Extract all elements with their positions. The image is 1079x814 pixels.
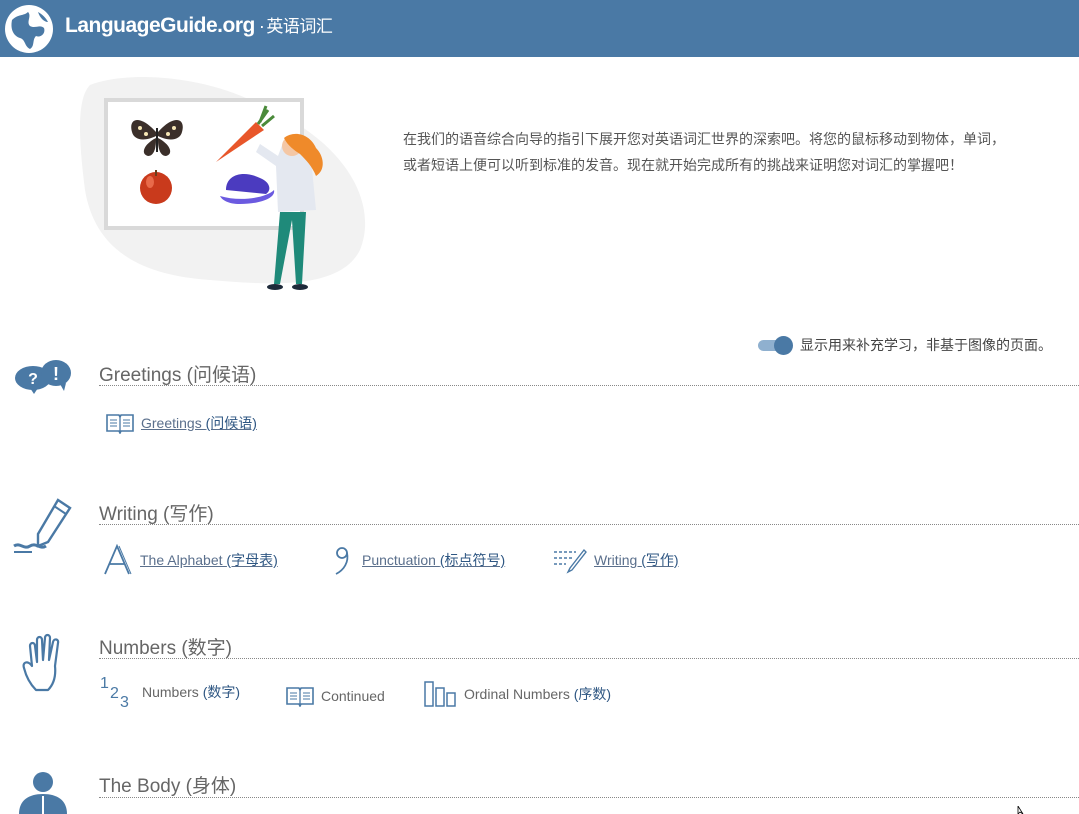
svg-text:?: ? — [28, 371, 38, 388]
book-icon — [106, 414, 134, 434]
section-title-greetings: Greetings (问候语) — [99, 365, 257, 386]
site-header: LanguageGuide.org · 英语词汇 — [0, 0, 1079, 57]
globe-logo-icon[interactable] — [2, 2, 56, 56]
person-icon — [19, 772, 67, 814]
speech-bubbles-icon: ? ! — [15, 360, 71, 394]
link-numbers-continued[interactable]: Continued — [285, 685, 385, 707]
writing-lines-icon — [554, 548, 587, 574]
link-text[interactable]: Writing (写作) — [594, 550, 679, 570]
link-text[interactable]: Continued — [321, 688, 385, 704]
link-punctuation[interactable]: Punctuation (标点符号) — [330, 544, 505, 576]
book-icon — [286, 687, 314, 707]
numbers-icon: 1 2 3 — [100, 675, 129, 710]
section-divider — [99, 524, 1079, 525]
section-title-numbers: Numbers (数字) — [99, 638, 233, 659]
section-divider — [99, 658, 1079, 659]
brand-separator: · — [258, 16, 265, 36]
bars-icon — [424, 681, 456, 707]
svg-text:!: ! — [53, 364, 59, 384]
svg-text:2: 2 — [110, 685, 119, 702]
brand-name: LanguageGuide.org — [65, 14, 255, 37]
section-divider — [99, 797, 1079, 798]
supplementary-pages-toggle[interactable] — [758, 336, 793, 355]
toggle-knob — [774, 336, 793, 355]
link-alphabet[interactable]: The Alphabet (字母表) — [102, 544, 278, 576]
pen-icon — [13, 498, 72, 553]
link-writing[interactable]: Writing (写作) — [552, 546, 679, 574]
link-text[interactable]: Greetings (问候语) — [141, 413, 257, 433]
toggle-label: 显示用来补充学习，非基于图像的页面。 — [800, 337, 1052, 353]
section-title-writing: Writing (写作) — [99, 504, 214, 525]
link-text[interactable]: Punctuation (标点符号) — [362, 550, 505, 570]
svg-text:3: 3 — [120, 694, 129, 710]
section-title-the-body: The Body (身体) — [99, 776, 237, 797]
mouse-cursor-icon — [1017, 806, 1024, 814]
brand[interactable]: LanguageGuide.org · 英语词汇 — [65, 12, 333, 38]
supplementary-pages-toggle-row: 显示用来补充学习，非基于图像的页面。 — [758, 334, 1052, 356]
letter-a-icon — [104, 544, 132, 575]
link-ordinal-numbers[interactable]: Ordinal Numbers (序数) — [424, 680, 611, 708]
link-text[interactable]: Ordinal Numbers (序数) — [464, 684, 611, 704]
link-text[interactable]: The Alphabet (字母表) — [140, 550, 278, 570]
comma-icon — [335, 547, 349, 575]
link-text[interactable]: Numbers (数字) — [142, 682, 240, 702]
section-divider — [99, 385, 1079, 386]
teacher-illustration — [80, 77, 366, 290]
hand-icon — [22, 633, 60, 692]
link-numbers[interactable]: 1 2 3 Numbers (数字) — [100, 674, 240, 710]
svg-text:1: 1 — [100, 675, 109, 692]
intro-text: 在我们的语音综合向导的指引下展开您对英语词汇世界的深索吧。将您的鼠标移动到物体，… — [403, 131, 1005, 173]
brand-subtitle: 英语词汇 — [266, 17, 333, 36]
link-greetings[interactable]: Greetings (问候语) — [105, 412, 257, 434]
